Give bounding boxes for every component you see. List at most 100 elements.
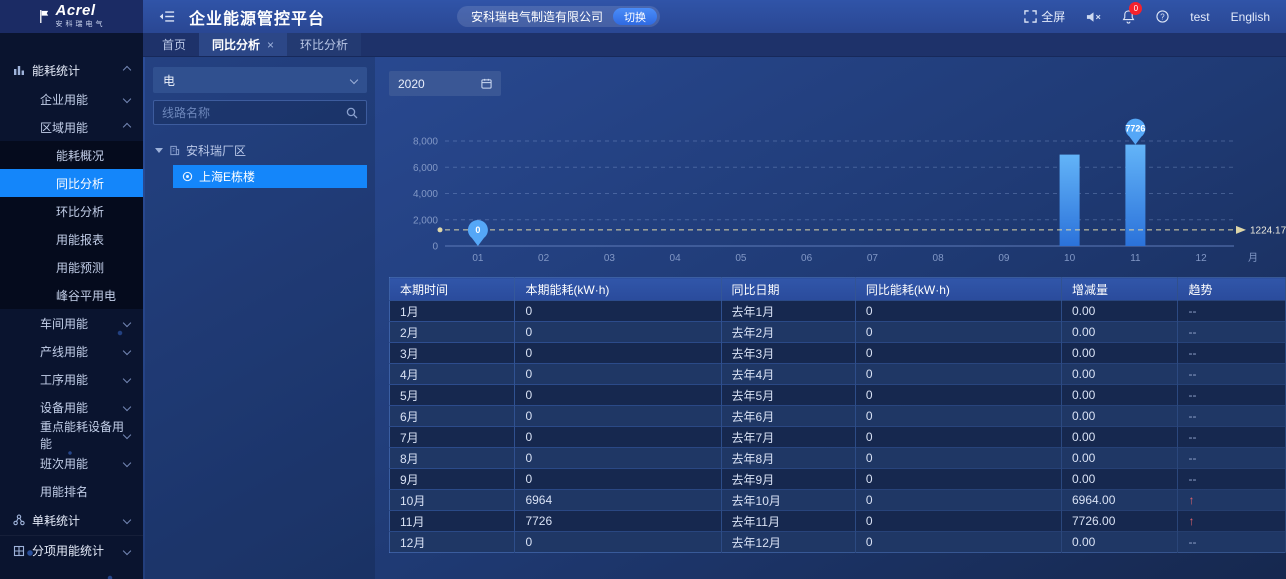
sidebar-item-process-energy[interactable]: 工序用能 [0,365,143,393]
table-cell: 去年7月 [721,427,855,448]
sidebar-item-workshop-energy[interactable]: 车间用能 [0,309,143,337]
table-row: 4月0去年4月00.00-- [390,364,1286,385]
table-cell: 0.00 [1061,322,1177,343]
fullscreen-button[interactable]: 全屏 [1024,8,1065,25]
right-pane: 首页同比分析× 环比分析 电 安科瑞厂区 [143,33,1286,579]
sidebar-item-enterprise-energy[interactable]: 企业用能 [0,85,143,113]
sidebar-item-equipment-energy[interactable]: 设备用能 [0,393,143,421]
svg-text:03: 03 [604,253,616,264]
device-tree: 安科瑞厂区 上海E栋楼 [153,138,367,188]
tree-node-selected[interactable]: 上海E栋楼 [173,165,367,188]
table-row: 9月0去年9月00.00-- [390,469,1286,490]
svg-text:月: 月 [1248,252,1258,264]
notifications-button[interactable]: 0 [1122,10,1135,24]
sidebar-item-peak-valley-flat[interactable]: 峰谷平用电 [0,281,143,309]
sidebar-item-yoy-analysis[interactable]: 同比分析 [0,169,143,197]
sidebar-item-energy-ranking[interactable]: 用能排名 [0,477,143,505]
energy-type-value: 电 [163,72,175,89]
mute-button[interactable] [1086,11,1101,23]
svg-text:8,000: 8,000 [413,137,438,148]
tab-bar: 首页同比分析× 环比分析 [143,33,1286,57]
main-panel: 2020 02,0004,0006,0008,00001020304050607… [375,57,1286,579]
sidebar-item-energy-overview[interactable]: 能耗概况 [0,141,143,169]
table-cell: 7726 [515,511,721,532]
sidebar-item-label: 班次用能 [40,455,88,472]
sidebar-item-shift-energy[interactable]: 班次用能 [0,449,143,477]
trend-cell: -- [1178,343,1286,364]
table-cell: 7月 [390,427,515,448]
svg-text:05: 05 [735,253,747,264]
tab-home[interactable]: 首页 [149,33,199,56]
year-picker[interactable]: 2020 [389,71,501,96]
chevron-up-icon [123,123,131,131]
table-header-row: 本期时间本期能耗(kW·h)同比日期同比能耗(kW·h)增减量趋势 [390,278,1286,301]
help-button[interactable]: ? [1156,10,1169,23]
user-menu[interactable]: test [1190,10,1209,24]
chevron-up-icon [123,66,131,74]
sidebar-item-energy-report[interactable]: 用能报表 [0,225,143,253]
tab-mom-analysis[interactable]: 环比分析 [287,33,361,56]
comparison-table: 本期时间本期能耗(kW·h)同比日期同比能耗(kW·h)增减量趋势1月0去年1月… [389,277,1286,553]
svg-text:4,000: 4,000 [413,189,438,200]
tab-label: 环比分析 [300,36,348,53]
table-row: 8月0去年8月00.00-- [390,448,1286,469]
search-input[interactable] [162,106,346,120]
table-cell: 0 [855,322,1061,343]
energy-type-select[interactable]: 电 [153,67,367,93]
table-cell: 0.00 [1061,448,1177,469]
table-cell: 去年4月 [721,364,855,385]
tab-label: 首页 [162,36,186,53]
column-header: 趋势 [1178,278,1286,301]
table-cell: 去年5月 [721,385,855,406]
table-cell: 0.00 [1061,469,1177,490]
chevron-down-icon [123,431,131,439]
building-icon [169,145,180,156]
body: 能耗统计企业用能区域用能能耗概况同比分析环比分析用能报表用能预测峰谷平用电车间用… [0,33,1286,579]
svg-text:0: 0 [475,225,480,235]
sidebar-item-subitem-energy-stats[interactable]: 分项用能统计 [0,535,143,565]
svg-text:01: 01 [472,253,484,264]
table-cell: 6964 [515,490,721,511]
sidebar-item-label: 能耗概况 [56,147,104,164]
language-switch[interactable]: English [1231,10,1270,24]
sidebar-item-label: 设备用能 [40,399,88,416]
sidebar-item-mom-analysis[interactable]: 环比分析 [0,197,143,225]
svg-text:11: 11 [1130,253,1141,264]
tree-expander-icon[interactable] [155,148,163,153]
brand-name: Acrel [56,4,106,17]
sidebar-item-energy-stats[interactable]: 能耗统计 [0,55,143,85]
sidebar-item-energy-forecast[interactable]: 用能预测 [0,253,143,281]
svg-text:12: 12 [1196,253,1208,264]
trend-cell: -- [1178,427,1286,448]
sidebar-item-key-equipment-energy[interactable]: 重点能耗设备用能 [0,421,143,449]
trend-cell: -- [1178,364,1286,385]
menu-fold-icon[interactable] [159,10,175,23]
search-icon[interactable] [346,107,358,119]
svg-text:06: 06 [801,253,813,264]
tree-node-root[interactable]: 安科瑞厂区 [153,138,367,162]
tab-close-icon[interactable]: × [267,39,274,51]
filter-panel: 电 安科瑞厂区 [145,57,375,579]
svg-text:09: 09 [998,253,1010,264]
table-cell: 0 [855,490,1061,511]
switch-company-button[interactable]: 切换 [613,8,657,25]
logo: Acrel 安科瑞电气 [0,0,143,33]
sidebar-item-unit-consumption-stats[interactable]: 单耗统计 [0,505,143,535]
molecule-icon [13,514,25,526]
column-header: 增减量 [1061,278,1177,301]
trend-cell: -- [1178,532,1286,553]
tab-yoy-analysis[interactable]: 同比分析× [199,33,287,56]
table-cell: 0 [855,364,1061,385]
svg-text:2,000: 2,000 [413,215,438,226]
sidebar-item-line-energy[interactable]: 产线用能 [0,337,143,365]
table-cell: 0 [855,406,1061,427]
sidebar-item-region-energy[interactable]: 区域用能 [0,113,143,141]
speaker-muted-icon [1086,11,1101,23]
table-cell: 去年1月 [721,301,855,322]
svg-text:07: 07 [867,253,879,264]
column-header: 同比日期 [721,278,855,301]
chevron-down-icon [123,347,131,355]
table-cell: 去年9月 [721,469,855,490]
trend-cell: -- [1178,448,1286,469]
chevron-down-icon [123,459,131,467]
